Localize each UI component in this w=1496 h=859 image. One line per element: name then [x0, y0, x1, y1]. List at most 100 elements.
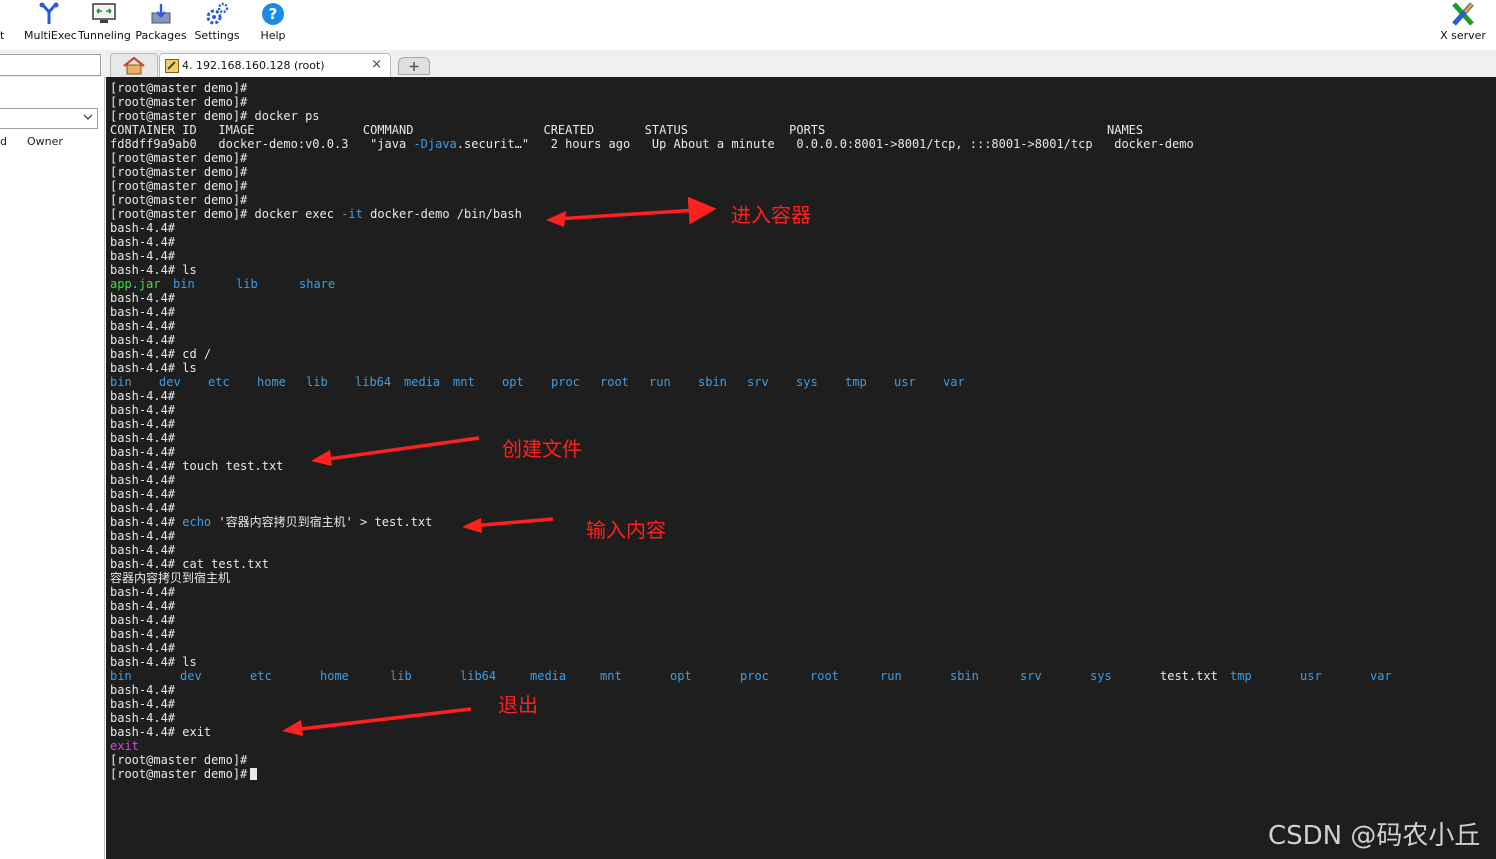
quick-connect-input[interactable] — [0, 54, 101, 76]
terminal-line: bash-4.4# — [110, 501, 176, 515]
toolbar-settings-label: Settings — [194, 29, 240, 42]
xserver-icon — [1452, 2, 1474, 26]
column-header-owner[interactable]: Owner — [27, 135, 63, 148]
annotation-input-content: 输入内容 — [586, 518, 666, 542]
terminal-line: bash-4.4# — [110, 319, 176, 333]
plus-icon — [409, 62, 419, 71]
terminal-line: bash-4.4# cat test.txt — [110, 557, 269, 571]
terminal-line: [root@master demo]# — [110, 193, 248, 207]
tunneling-icon — [92, 3, 116, 23]
main-toolbar: t MultiExec Tunneling Packages Settings — [0, 0, 1496, 50]
terminal-line: exit — [110, 739, 139, 753]
tab-session[interactable]: 4. 192.168.160.128 (root) × — [159, 53, 391, 78]
terminal-line: [root@master demo]# — [110, 179, 248, 193]
ls-entry: dev — [180, 669, 202, 683]
toolbar-tunneling-label: Tunneling — [78, 29, 131, 42]
terminal-line: bash-4.4# — [110, 445, 176, 459]
terminal-line: [root@master demo]# — [110, 165, 248, 179]
ls-entry: home — [320, 669, 349, 683]
toolbar-settings-button[interactable]: Settings — [192, 0, 242, 50]
tab-home[interactable] — [110, 53, 158, 77]
terminal-line: bash-4.4# — [110, 683, 176, 697]
packages-icon — [151, 4, 171, 24]
terminal-line: bash-4.4# ls — [110, 263, 197, 277]
toolbar-multiexec-button[interactable]: MultiExec — [24, 0, 77, 50]
toolbar-help-label: Help — [260, 29, 286, 42]
terminal-line: bash-4.4# cd / — [110, 347, 212, 361]
ls-entry: lib64 — [355, 375, 392, 389]
ls-entry: sbin — [950, 669, 979, 683]
ls-entry: media — [404, 375, 441, 389]
ls-entry: proc — [740, 669, 769, 683]
ls-entry: run — [649, 375, 671, 389]
watermark: CSDN @码农小丘 — [1268, 821, 1481, 851]
ls-entry: share — [299, 277, 336, 291]
ls-entry: sys — [796, 375, 818, 389]
terminal-line: fd8dff9a9ab0 docker-demo:v0.0.3 "java -D… — [110, 137, 1194, 151]
toolbar-help-button[interactable]: ? Help — [250, 0, 296, 50]
annotation-exit: 退出 — [498, 693, 538, 717]
terminal-line: bash-4.4# — [110, 333, 176, 347]
ls-entry: etc — [250, 669, 272, 683]
terminal-line: [root@master demo]# — [110, 767, 248, 781]
terminal-line: [root@master demo]# docker exec -it dock… — [110, 207, 522, 221]
terminal-line: [root@master demo]# — [110, 151, 248, 165]
annotation-create-file: 创建文件 — [502, 437, 582, 461]
ls-entry: dev — [159, 375, 181, 389]
column-header-partial[interactable]: d — [0, 135, 7, 148]
ls-entry: bin — [173, 277, 195, 291]
cmd-flag: -Djava — [413, 137, 457, 151]
toolbar-partial-item[interactable]: t — [0, 0, 14, 50]
ls-entry: bin — [110, 669, 132, 683]
ls-entry: run — [880, 669, 902, 683]
ls-entry: sys — [1090, 669, 1112, 683]
new-tab-button[interactable] — [398, 57, 430, 75]
terminal-line: bash-4.4# ls — [110, 655, 197, 669]
home-icon — [123, 56, 145, 75]
terminal-line: bash-4.4# — [110, 585, 176, 599]
terminal-line: 容器内容拷贝到宿主机 — [110, 571, 231, 585]
close-icon[interactable]: × — [371, 57, 382, 72]
path-dropdown[interactable] — [0, 108, 98, 129]
toolbar-packages-button[interactable]: Packages — [134, 0, 188, 50]
ls-entry: lib — [390, 669, 412, 683]
terminal-session-icon — [165, 59, 179, 73]
ls-entry: lib64 — [460, 669, 497, 683]
terminal-line: bash-4.4# — [110, 543, 176, 557]
terminal-line: bash-4.4# — [110, 291, 176, 305]
partial-icon — [0, 2, 18, 26]
cmd-flag: -it — [341, 207, 363, 221]
ls-entry: etc — [208, 375, 230, 389]
terminal-line: bash-4.4# — [110, 473, 176, 487]
terminal-line: bash-4.4# — [110, 389, 176, 403]
ls-entry: var — [1370, 669, 1392, 683]
ls-entry: opt — [502, 375, 524, 389]
toolbar-xserver-button[interactable]: X server — [1436, 0, 1490, 50]
ls-entry: test.txt — [1160, 669, 1218, 683]
ls-entry: root — [810, 669, 839, 683]
terminal-line: bash-4.4# — [110, 249, 176, 263]
toolbar-multiexec-label: MultiExec — [24, 29, 77, 42]
help-icon: ? — [262, 3, 284, 25]
ls-entry: opt — [670, 669, 692, 683]
ls-entry: sbin — [698, 375, 727, 389]
annotation-enter-container: 进入容器 — [731, 203, 811, 227]
ls-entry: tmp — [1230, 669, 1252, 683]
toolbar-xserver-label: X server — [1440, 29, 1486, 42]
ls-entry: lib — [236, 277, 258, 291]
multiexec-icon — [39, 2, 59, 24]
terminal-line: [root@master demo]# docker ps — [110, 109, 320, 123]
terminal-window[interactable]: [root@master demo]# [root@master demo]# [r… — [106, 77, 1496, 859]
terminal-line: bash-4.4# — [110, 305, 176, 319]
toolbar-tunneling-button[interactable]: Tunneling — [78, 0, 131, 50]
ls-entry: mnt — [600, 669, 622, 683]
ls-entry: root — [600, 375, 629, 389]
terminal-line: bash-4.4# — [110, 221, 176, 235]
terminal-line: bash-4.4# — [110, 641, 176, 655]
terminal-line: bash-4.4# — [110, 235, 176, 249]
terminal-line: [root@master demo]# — [110, 95, 248, 109]
ls-entry: bin — [110, 375, 132, 389]
terminal-line: bash-4.4# echo '容器内容拷贝到宿主机' > test.txt — [110, 515, 433, 529]
sftp-sidebar: d Owner — [0, 77, 105, 859]
ls-entry: lib — [306, 375, 328, 389]
